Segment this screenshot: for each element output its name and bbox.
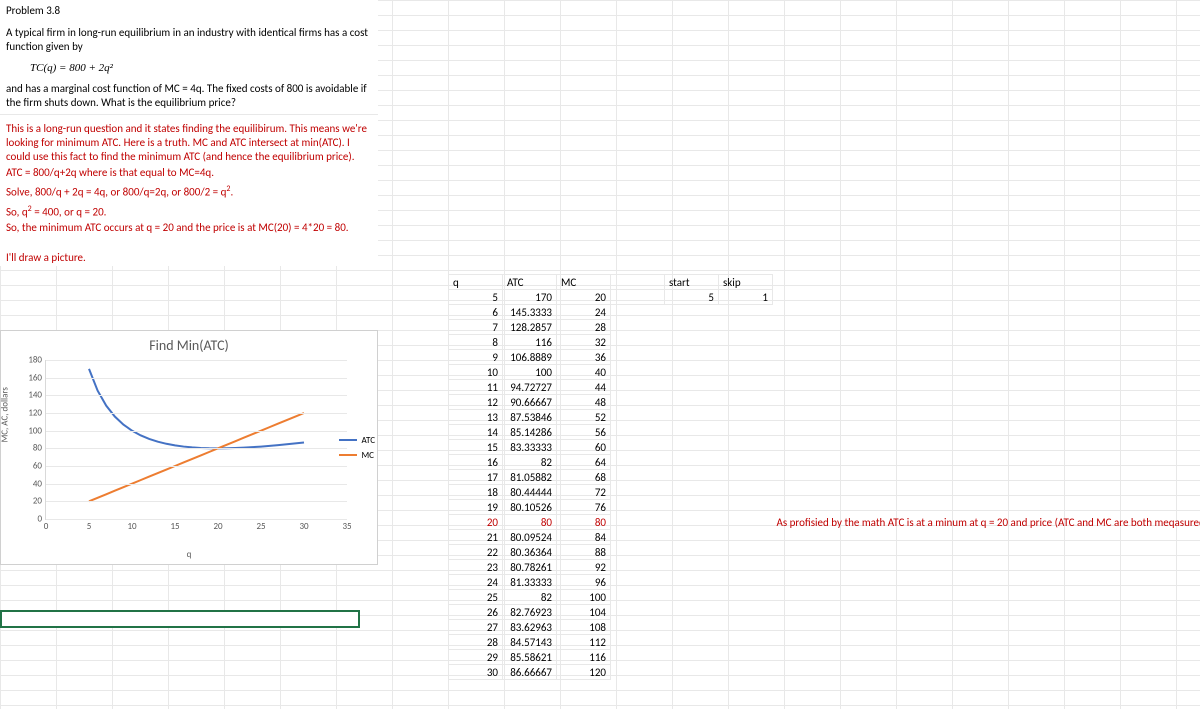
x-tick: 25 [256,519,265,532]
plot-area: 02040608010012014016018005101520253035 [45,360,347,520]
table-row[interactable]: 208080As profisied by the math ATC is at… [449,515,1200,530]
table-row[interactable]: 2481.3333396 [449,575,1200,590]
x-tick: 20 [213,519,222,532]
table-row[interactable]: 1387.5384652 [449,410,1200,425]
table-row[interactable]: 51702051 [449,290,1200,305]
table-row[interactable]: 2783.62963108 [449,620,1200,635]
y-tick: 20 [33,496,46,507]
y-axis-title: MC, AC, dollars [0,387,11,442]
x-tick: 0 [44,519,49,532]
table-row[interactable]: 2180.0952484 [449,530,1200,545]
y-tick: 160 [28,372,46,383]
col-q[interactable]: q [449,275,503,290]
col-skip[interactable]: skip [719,275,773,290]
table-row[interactable]: 2582100 [449,590,1200,605]
chart-title: Find Min(ATC) [1,331,377,360]
y-tick: 180 [28,355,46,366]
table-row[interactable]: 2985.58621116 [449,650,1200,665]
col-atc[interactable]: ATC [503,275,557,290]
table-row[interactable]: 2884.57143112 [449,635,1200,650]
y-tick: 120 [28,408,46,419]
table-row[interactable]: 1290.6666748 [449,395,1200,410]
y-tick: 140 [28,390,46,401]
x-tick: 5 [87,519,92,532]
skip-value[interactable]: 1 [719,290,773,305]
x-axis-title: q [187,549,192,560]
active-cell[interactable] [0,610,360,628]
y-tick: 40 [33,478,46,489]
x-tick: 35 [342,519,351,532]
solution-line: So, q2 = 400, or q = 20. [0,201,378,221]
solution-line: This is a long-run question and it state… [0,121,378,165]
y-tick: 80 [33,443,46,454]
y-tick: 60 [33,461,46,472]
table-row[interactable]: 6145.333324 [449,305,1200,320]
problem-para2: and has a marginal cost function of MC =… [0,78,378,114]
table-row[interactable]: 3086.66667120 [449,665,1200,680]
chart[interactable]: Find Min(ATC) MC, AC, dollars 0204060801… [0,330,378,565]
solution-block: This is a long-run question and it state… [0,121,378,266]
table-row[interactable]: 1880.4444472 [449,485,1200,500]
data-table[interactable]: qATCMC startskip517020516145.3333247128.2… [448,274,1200,680]
solution-line: So, the minimum ATC occurs at q = 20 and… [0,220,378,236]
plot-lines [46,360,347,519]
start-value[interactable]: 5 [665,290,719,305]
problem-block: Problem 3.8 A typical firm in long-run e… [0,0,378,115]
table-row[interactable]: 1010040 [449,365,1200,380]
x-tick: 15 [170,519,179,532]
table-row[interactable]: 1485.1428656 [449,425,1200,440]
problem-formula: TC(q) = 800 + 2q² [0,58,378,78]
table-row[interactable]: 7128.285728 [449,320,1200,335]
left-column: Problem 3.8 A typical firm in long-run e… [0,0,378,266]
solution-line: Solve, 800/q + 2q = 4q, or 800/q=2q, or … [0,181,378,201]
problem-para1: A typical firm in long-run equilibrium i… [0,22,378,58]
table-row[interactable]: 1980.1052676 [449,500,1200,515]
solution-note: As profisied by the math ATC is at a min… [773,515,1200,530]
table-row[interactable]: 811632 [449,335,1200,350]
table-row[interactable]: 2280.3636488 [449,545,1200,560]
table-row[interactable]: 2682.76923104 [449,605,1200,620]
x-tick: 30 [299,519,308,532]
table-row[interactable]: 1583.3333360 [449,440,1200,455]
solution-line: I'll draw a picture. [0,250,378,266]
col-start[interactable]: start [665,275,719,290]
solution-line: ATC = 800/q+2q where is that equal to MC… [0,165,378,181]
problem-title: Problem 3.8 [0,0,378,22]
table-row[interactable]: 168264 [449,455,1200,470]
y-tick: 100 [28,425,46,436]
table-row[interactable]: 2380.7826192 [449,560,1200,575]
legend-item-atc: ATC [339,435,375,446]
table-row[interactable]: 1194.7272744 [449,380,1200,395]
col-mc[interactable]: MC [557,275,611,290]
x-tick: 10 [127,519,136,532]
legend-item-mc: MC [339,450,375,461]
table-row[interactable]: 1781.0588268 [449,470,1200,485]
table-row[interactable]: 9106.888936 [449,350,1200,365]
legend: ATC MC [339,431,375,465]
